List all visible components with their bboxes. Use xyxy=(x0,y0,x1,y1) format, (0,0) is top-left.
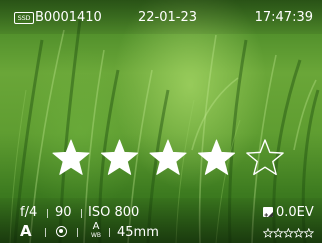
info-header: SSD B0001410 22-01-23 17:47:39 xyxy=(0,0,322,34)
star-icon-filled[interactable] xyxy=(100,139,139,175)
star-rating[interactable] xyxy=(52,138,286,178)
star-rating-graphic xyxy=(52,139,284,176)
ssd-icon: SSD xyxy=(14,12,34,24)
mini-star-icon xyxy=(282,228,294,238)
shooting-mode: A xyxy=(20,222,32,240)
aperture-value: f/4 xyxy=(20,205,38,220)
star-icon-filled[interactable] xyxy=(197,139,236,175)
file-id: B0001410 xyxy=(35,10,102,25)
separator xyxy=(81,209,82,218)
capture-date: 22-01-23 xyxy=(138,10,198,25)
metering-icon xyxy=(56,226,67,237)
focal-length: 45mm xyxy=(117,225,159,240)
star-icon-filled[interactable] xyxy=(52,139,90,175)
exposure-compensation-value: 0.0EV xyxy=(276,205,314,220)
star-icon-filled[interactable] xyxy=(149,139,187,175)
separator xyxy=(109,228,110,237)
mini-star-icon xyxy=(293,228,305,238)
separator xyxy=(47,209,48,218)
star-icon-empty[interactable] xyxy=(246,139,284,176)
rating-stars-icon xyxy=(263,228,314,238)
wb-auto-label: A xyxy=(92,221,100,232)
iso-value: ISO 800 xyxy=(88,205,140,220)
separator xyxy=(45,228,46,237)
white-balance-auto-icon: A WB xyxy=(89,222,103,242)
exposure-compensation-icon xyxy=(263,207,273,217)
mini-star-icon xyxy=(303,228,314,238)
shutter-value: 90 xyxy=(55,205,72,220)
photo-preview: SSD B0001410 22-01-23 17:47:39 f/4 90 IS… xyxy=(0,0,322,243)
mini-star-icon xyxy=(263,228,274,238)
capture-time: 17:47:39 xyxy=(254,10,313,25)
mini-star-icon xyxy=(272,228,284,238)
wb-label: WB xyxy=(90,232,102,239)
separator xyxy=(77,228,78,237)
